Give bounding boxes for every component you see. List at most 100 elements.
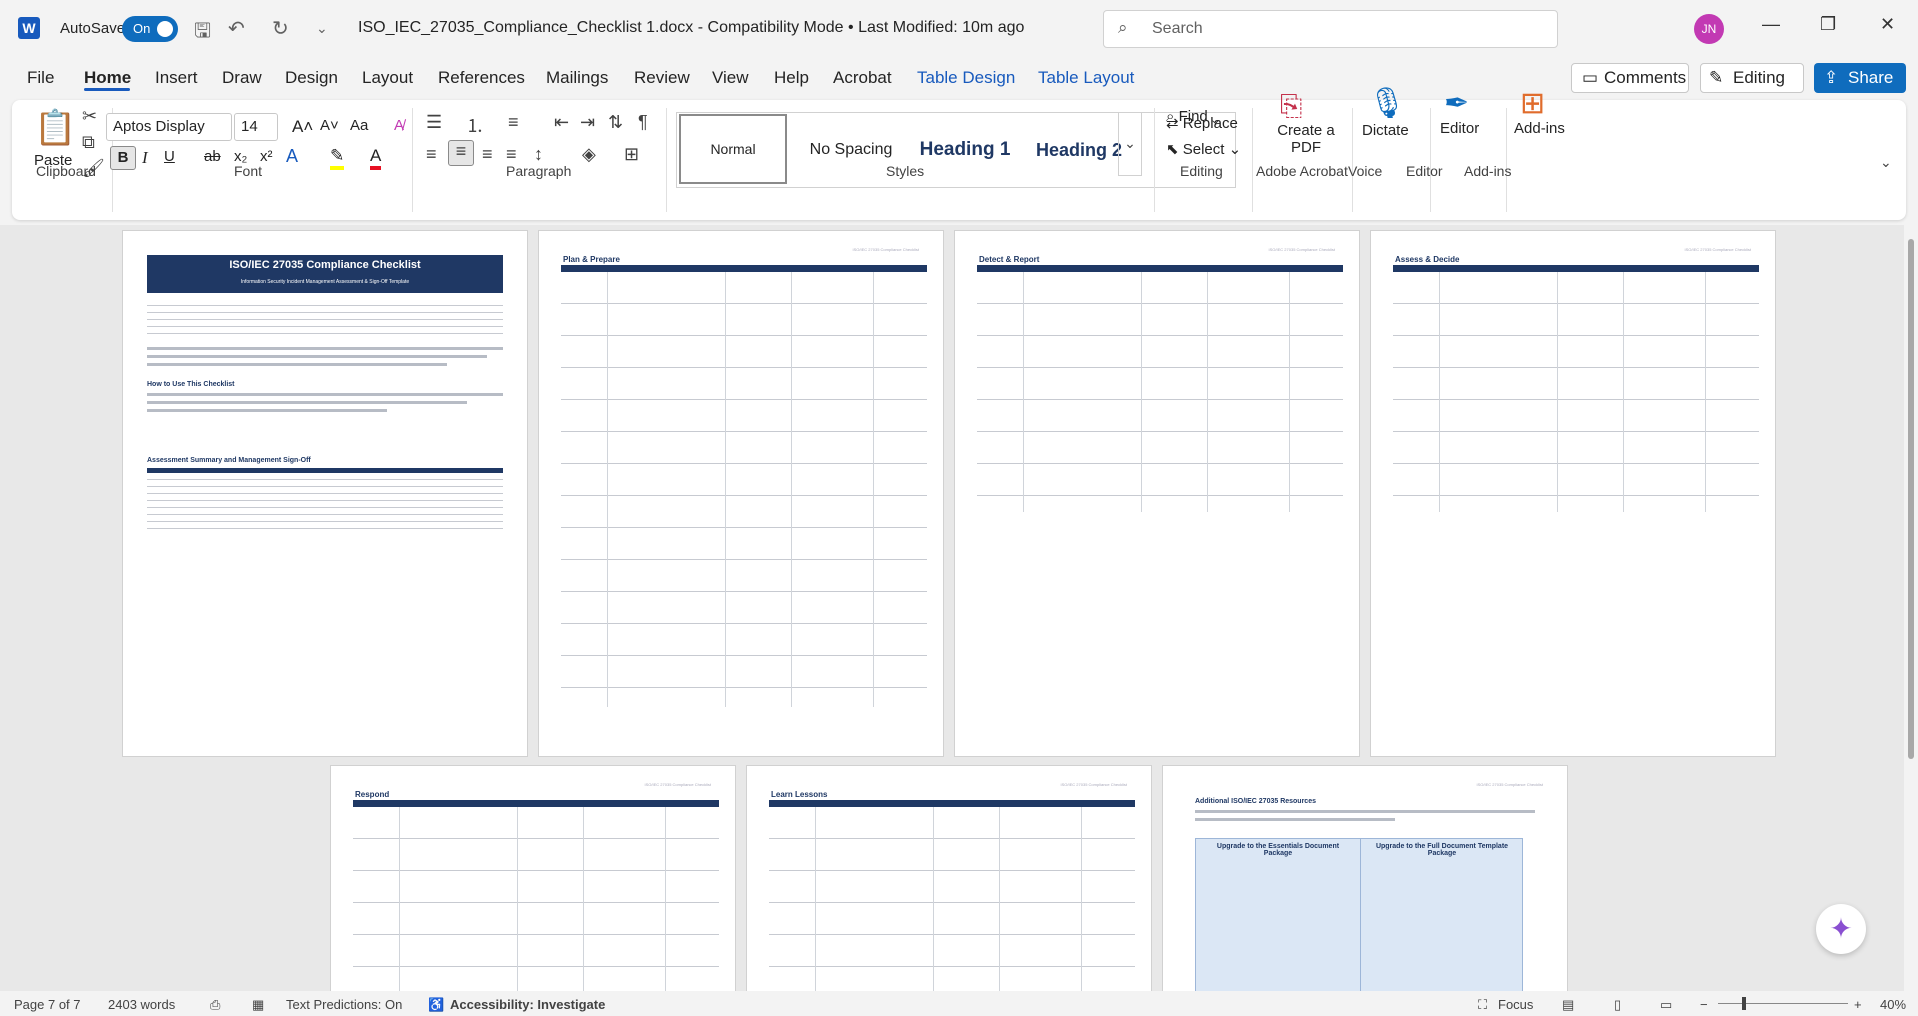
text-effects-icon[interactable]: A bbox=[286, 146, 298, 167]
tab-help[interactable]: Help bbox=[774, 68, 809, 88]
sort-icon[interactable]: ⇅ bbox=[608, 112, 623, 133]
scrollbar-thumb[interactable] bbox=[1908, 239, 1914, 759]
strikethrough-button[interactable]: ab bbox=[204, 148, 221, 165]
web-layout-icon[interactable]: ▭ bbox=[1660, 997, 1672, 1013]
autosave-toggle[interactable]: On bbox=[122, 16, 178, 42]
addins-label[interactable]: Add-ins bbox=[1514, 120, 1565, 137]
upgrade-table[interactable]: Upgrade to the Essentials Document Packa… bbox=[1195, 838, 1523, 991]
share-button[interactable]: ⇪ Share bbox=[1814, 63, 1906, 93]
page-4[interactable]: ISO/IEC 27035 Compliance Checklist Asses… bbox=[1370, 230, 1776, 757]
tab-table-design[interactable]: Table Design bbox=[917, 68, 1015, 88]
tab-review[interactable]: Review bbox=[634, 68, 690, 88]
bullets-icon[interactable]: ☰ bbox=[426, 112, 442, 133]
shrink-font-icon[interactable]: A˅ bbox=[320, 117, 339, 134]
read-mode-icon[interactable]: ▤ bbox=[1562, 997, 1574, 1013]
proofing-icon[interactable]: ⎙ bbox=[210, 997, 220, 1013]
close-icon[interactable]: ✕ bbox=[1880, 14, 1895, 35]
tab-design[interactable]: Design bbox=[285, 68, 338, 88]
tab-layout[interactable]: Layout bbox=[362, 68, 413, 88]
italic-button[interactable]: I bbox=[142, 148, 148, 168]
shading-icon[interactable]: ◈ bbox=[582, 144, 596, 165]
zoom-out-icon[interactable]: − bbox=[1700, 997, 1708, 1012]
align-right-icon[interactable]: ≡ bbox=[482, 144, 493, 165]
editor-label[interactable]: Editor bbox=[1440, 120, 1479, 137]
zoom-slider[interactable] bbox=[1718, 1003, 1848, 1004]
page-count[interactable]: Page 7 of 7 bbox=[14, 997, 81, 1012]
tab-acrobat[interactable]: Acrobat bbox=[833, 68, 892, 88]
page-7[interactable]: ISO/IEC 27035 Compliance Checklist Addit… bbox=[1162, 765, 1568, 991]
tab-file[interactable]: File bbox=[27, 68, 54, 88]
editor-icon[interactable]: ✒ bbox=[1444, 86, 1469, 121]
save-icon[interactable]: 🖫 bbox=[194, 16, 211, 50]
page-2[interactable]: ISO/IEC 27035 Compliance Checklist Plan … bbox=[538, 230, 944, 757]
dictate-label[interactable]: Dictate bbox=[1362, 122, 1409, 139]
editing-mode-button[interactable]: ✎ Editing bbox=[1700, 63, 1804, 93]
font-name-select[interactable]: Aptos Display bbox=[106, 113, 232, 141]
borders-icon[interactable]: ⊞ bbox=[624, 144, 639, 165]
redo-icon[interactable]: ↻ bbox=[272, 16, 289, 41]
numbering-icon[interactable]: ⒈ bbox=[466, 112, 484, 138]
grow-font-icon[interactable]: A˄ bbox=[292, 117, 313, 137]
focus-button[interactable]: Focus bbox=[1498, 997, 1533, 1012]
page-subtitle: Information Security Incident Management… bbox=[240, 279, 410, 285]
style-heading-1[interactable]: Heading 1 bbox=[909, 113, 1021, 187]
line-spacing-icon[interactable]: ↕ bbox=[534, 144, 543, 165]
create-pdf-icon[interactable]: ⎘ bbox=[1280, 90, 1302, 123]
tab-draw[interactable]: Draw bbox=[222, 68, 262, 88]
highlight-icon[interactable]: ✎ bbox=[330, 146, 345, 170]
page-6[interactable]: ISO/IEC 27035 Compliance Checklist Learn… bbox=[746, 765, 1152, 991]
page-5[interactable]: ISO/IEC 27035 Compliance Checklist Respo… bbox=[330, 765, 736, 991]
font-size-select[interactable]: 14 bbox=[234, 113, 278, 141]
clear-formatting-icon[interactable]: A̸ bbox=[394, 117, 404, 134]
undo-icon[interactable]: ↶ bbox=[228, 16, 245, 41]
replace-button[interactable]: ⇄ Replace bbox=[1166, 114, 1238, 132]
zoom-slider-thumb[interactable] bbox=[1742, 997, 1746, 1010]
page-3[interactable]: ISO/IEC 27035 Compliance Checklist Detec… bbox=[954, 230, 1360, 757]
show-marks-icon[interactable]: ¶ bbox=[638, 112, 648, 133]
font-color-icon[interactable]: A bbox=[370, 146, 382, 170]
restore-icon[interactable]: ❐ bbox=[1820, 14, 1836, 35]
text-predictions-status[interactable]: Text Predictions: On bbox=[286, 997, 402, 1012]
justify-icon[interactable]: ≡ bbox=[506, 144, 517, 165]
collapse-ribbon-icon[interactable]: ⌄ bbox=[1880, 154, 1892, 171]
select-button[interactable]: ⬉ Select ⌄ bbox=[1166, 140, 1241, 158]
create-pdf-label[interactable]: Create a PDF bbox=[1274, 122, 1338, 156]
minimize-icon[interactable]: — bbox=[1762, 14, 1780, 35]
decrease-indent-icon[interactable]: ⇤ bbox=[554, 112, 569, 133]
keyboard-icon[interactable]: ▦ bbox=[252, 997, 264, 1013]
paste-icon[interactable]: 📋 bbox=[34, 108, 76, 148]
tab-insert[interactable]: Insert bbox=[155, 68, 198, 88]
vertical-scrollbar[interactable] bbox=[1904, 225, 1918, 991]
copilot-icon[interactable]: ✦ bbox=[1816, 904, 1866, 954]
underline-button[interactable]: U bbox=[164, 148, 175, 165]
bold-button[interactable]: B bbox=[110, 146, 136, 170]
avatar[interactable]: JN bbox=[1694, 14, 1724, 44]
search-input[interactable]: ⌕ Search bbox=[1103, 10, 1558, 48]
comments-button[interactable]: ▭ Comments bbox=[1571, 63, 1689, 93]
align-left-icon[interactable]: ≡ bbox=[426, 144, 437, 165]
page-1[interactable]: ISO/IEC 27035 Compliance Checklist Infor… bbox=[122, 230, 528, 757]
customize-qat-icon[interactable]: ⌄ bbox=[316, 20, 328, 37]
tab-mailings[interactable]: Mailings bbox=[546, 68, 608, 88]
document-canvas[interactable]: ISO/IEC 27035 Compliance Checklist Infor… bbox=[0, 225, 1904, 991]
addins-icon[interactable]: ⊞ bbox=[1520, 86, 1545, 121]
cut-icon[interactable]: ✂ bbox=[82, 106, 97, 127]
style-normal[interactable]: Normal bbox=[679, 114, 787, 184]
styles-more-icon[interactable]: ⌄ bbox=[1118, 112, 1142, 176]
accessibility-status[interactable]: Accessibility: Investigate bbox=[450, 997, 605, 1012]
tab-view[interactable]: View bbox=[712, 68, 749, 88]
zoom-in-icon[interactable]: + bbox=[1854, 997, 1862, 1012]
multilevel-list-icon[interactable]: ≡ bbox=[508, 112, 519, 133]
print-layout-icon[interactable]: ▯ bbox=[1614, 997, 1621, 1013]
tab-table-layout[interactable]: Table Layout bbox=[1038, 68, 1134, 88]
document-title[interactable]: ISO_IEC_27035_Compliance_Checklist 1.doc… bbox=[358, 19, 1024, 37]
change-case-icon[interactable]: Aa bbox=[350, 117, 368, 134]
copy-icon[interactable]: ⧉ bbox=[82, 132, 95, 153]
zoom-level[interactable]: 40% bbox=[1880, 997, 1906, 1012]
align-center-icon[interactable]: ≡ bbox=[448, 140, 474, 166]
tab-references[interactable]: References bbox=[438, 68, 525, 88]
increase-indent-icon[interactable]: ⇥ bbox=[580, 112, 595, 133]
microphone-icon[interactable]: 🎙 bbox=[1368, 86, 1406, 121]
word-count[interactable]: 2403 words bbox=[108, 997, 175, 1012]
tab-home[interactable]: Home bbox=[84, 68, 131, 88]
